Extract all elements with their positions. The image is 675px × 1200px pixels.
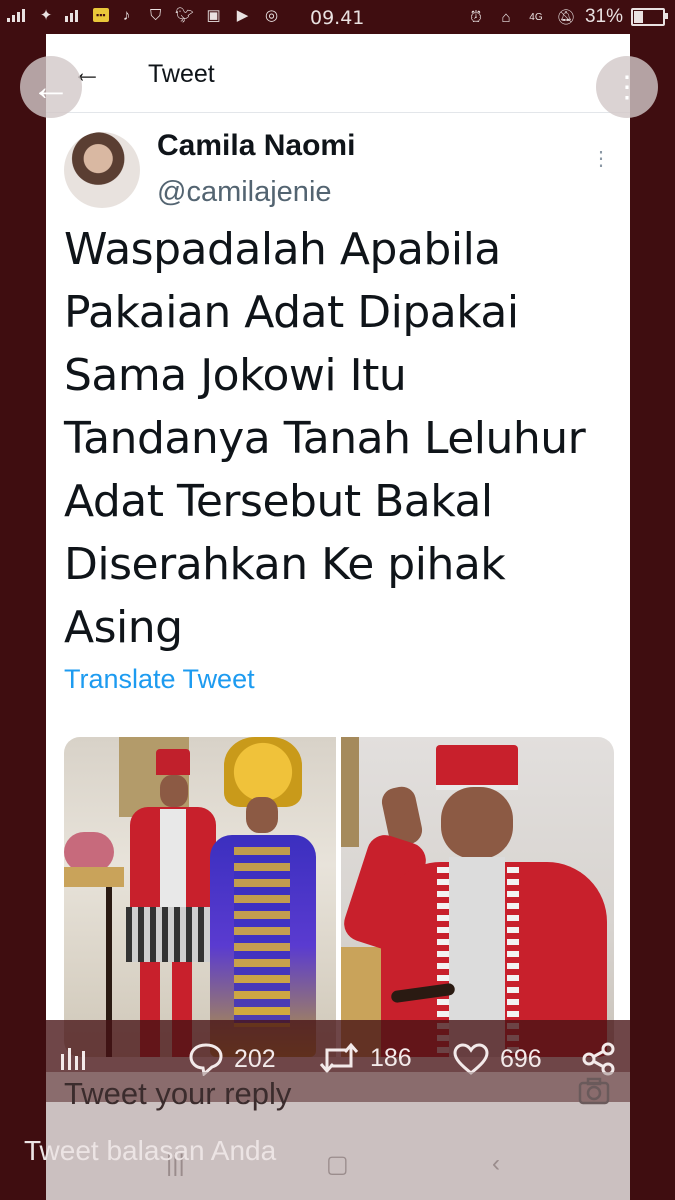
twitter-icon: 🐦︎	[175, 7, 195, 24]
overlay-menu-icon[interactable]: ⋮	[596, 56, 658, 118]
overlay-back-arrow-icon[interactable]: ←	[20, 56, 82, 118]
like-button[interactable]: 696	[452, 1042, 542, 1076]
whatsapp-icon: ◎	[265, 7, 279, 24]
retweet-icon	[319, 1042, 359, 1074]
nav-home-icon[interactable]: ▢	[326, 1150, 349, 1179]
gallery-icon: ▣	[206, 7, 221, 24]
alarm-icon: ⏰︎	[470, 8, 482, 26]
reply-count: 202	[234, 1044, 276, 1073]
signal-4g-icon	[64, 6, 86, 24]
reply-button[interactable]: 202	[188, 1042, 276, 1076]
retweet-count: 186	[370, 1043, 412, 1072]
more-options-icon[interactable]: ⋮	[591, 146, 611, 171]
translate-tweet-link[interactable]: Translate Tweet	[64, 664, 255, 695]
author-name[interactable]: Camila Naomi	[157, 129, 355, 163]
tweet-line: Pakaian Adat Dipakai	[64, 287, 519, 338]
notification-icon: ✦	[39, 7, 53, 24]
tweet-line: Tandanya Tanah Leluhur	[64, 413, 586, 464]
author-avatar[interactable]	[64, 132, 140, 208]
retweet-button[interactable]: 186	[318, 1042, 412, 1074]
share-button[interactable]	[582, 1042, 616, 1076]
top-bar: ← Tweet	[46, 34, 630, 113]
tweet-line: Waspadalah Apabila	[64, 224, 501, 275]
tweet-media[interactable]	[64, 737, 614, 1057]
reply-icon	[189, 1043, 223, 1076]
battery-icon	[631, 8, 668, 26]
shield-icon: ⛉	[149, 6, 162, 24]
network-4g-icon: 4G	[529, 11, 543, 23]
analytics-button[interactable]	[58, 1042, 88, 1072]
youtube-icon: ▶	[236, 7, 249, 24]
lock-icon: ⌂	[501, 8, 511, 26]
share-icon	[582, 1042, 615, 1076]
tweet-line: Sama Jokowi Itu	[64, 350, 407, 401]
battery-percent: 31%	[584, 6, 623, 27]
media-photo-1[interactable]	[64, 737, 336, 1057]
like-count: 696	[500, 1044, 542, 1073]
analytics-icon	[61, 1048, 85, 1070]
tiktok-icon: ♪	[122, 6, 131, 24]
status-left-icons: ✦ ▪▪▪ ♪ ⛉ 🐦︎ ▣ ▶ ◎	[6, 6, 283, 24]
tweet-text: Waspadalah Apabila Pakaian Adat Dipakai …	[64, 218, 624, 659]
tweet-line: Asing	[64, 602, 183, 653]
author-handle[interactable]: @camilajenie	[157, 176, 332, 209]
signal-icon	[6, 6, 28, 24]
camera-icon[interactable]	[578, 1076, 610, 1111]
tweet-line: Diserahkan Ke pihak	[64, 539, 506, 590]
reply-input[interactable]: Tweet your reply	[64, 1076, 291, 1112]
nav-back-icon[interactable]: ‹	[492, 1150, 500, 1178]
reply-overlay-label: Tweet balasan Anda	[24, 1135, 277, 1166]
tweet-line: Adat Tersebut Bakal	[64, 476, 493, 527]
status-right-icons: ⏰︎ ⌂ 4G 🔕︎ 31%	[465, 6, 668, 28]
status-time: 09.41	[310, 7, 365, 29]
mute-icon: 🔕︎	[556, 9, 576, 26]
heart-icon	[453, 1043, 489, 1075]
page-title: Tweet	[148, 60, 215, 88]
status-bar: ✦ ▪▪▪ ♪ ⛉ 🐦︎ ▣ ▶ ◎ 09.41 ⏰︎ ⌂ 4G 🔕︎ 31%	[0, 0, 675, 34]
app-badge-icon: ▪▪▪	[93, 8, 109, 22]
media-photo-2[interactable]	[341, 737, 614, 1057]
